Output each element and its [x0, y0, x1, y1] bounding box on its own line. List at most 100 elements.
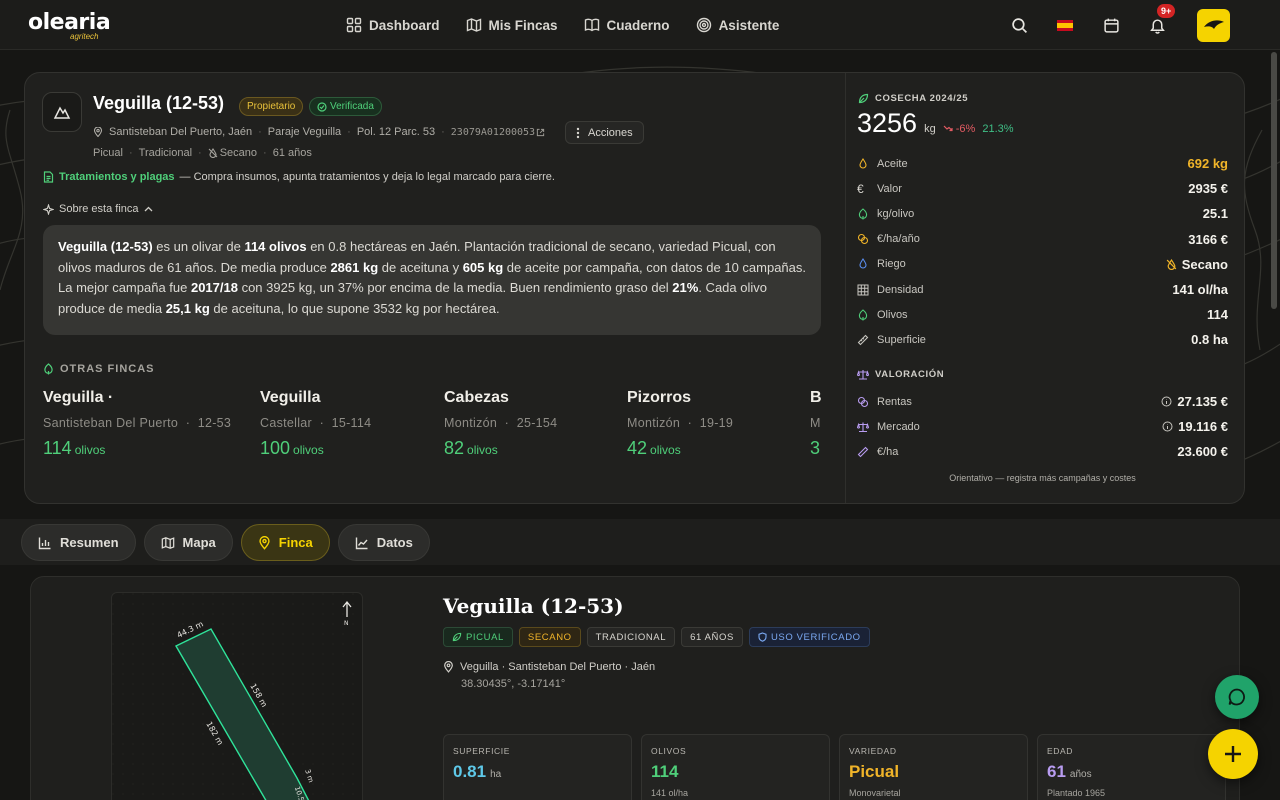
calendar-icon	[1103, 18, 1119, 33]
other-finca-location: Castellar · 15-114	[260, 416, 372, 430]
sparkle-icon	[43, 203, 54, 215]
search-icon	[1011, 17, 1027, 33]
other-finca-count-unit: olivos	[293, 443, 324, 457]
valuation-label-text: Mercado	[877, 420, 920, 433]
finca-paraje: Paraje Veguilla	[267, 126, 342, 138]
other-finca-town: Santisteban Del Puerto	[43, 416, 179, 430]
detail-coordinates: 38.30435°, -3.17141°	[461, 678, 566, 690]
other-finca-card[interactable]: B M 3	[810, 389, 821, 459]
mini-stat-olives: OLIVOS 114 141 ol/ha	[641, 734, 830, 800]
valuation-label-text: Rentas	[877, 395, 912, 408]
other-finca-code: 25-154	[516, 416, 558, 430]
stat-value: 114	[1207, 307, 1228, 323]
valuation-value[interactable]: 27.135 €	[1161, 394, 1228, 409]
finca-title: Veguilla (12-53)	[93, 93, 225, 113]
treatments-link[interactable]: Tratamientos y plagas	[59, 171, 175, 183]
tree-icon	[858, 309, 868, 321]
chip-verified: USO VERIFICADO	[748, 627, 870, 647]
shield-icon	[758, 632, 767, 642]
chat-icon	[1228, 688, 1245, 706]
no-water-icon	[1166, 258, 1177, 270]
nav-cuaderno[interactable]: Cuaderno	[584, 17, 670, 33]
detail-mini-stats: SUPERFICIE 0.81 ha OLIVOS 114 141 ol/ha V…	[443, 734, 1226, 800]
other-finca-count: 3	[810, 438, 821, 458]
oil-drop-icon	[859, 157, 867, 169]
other-finca-count-value: 100	[260, 438, 291, 458]
check-circle-icon	[317, 101, 327, 112]
olive-logo-icon	[1203, 20, 1224, 29]
other-finca-card[interactable]: Veguilla Castellar · 15-114 100 olivos	[260, 389, 371, 459]
pin-icon	[259, 535, 270, 550]
stat-label: Superficie	[877, 333, 926, 346]
notifications-button[interactable]: 9+	[1147, 4, 1176, 35]
search-button[interactable]	[1009, 15, 1029, 35]
top-navbar: olearia agritech Dashboard Mis Fincas Cu…	[0, 0, 1280, 50]
tab-datos[interactable]: Datos	[337, 524, 430, 561]
valuation-label: VALORACIÓN	[857, 369, 944, 380]
mini-stat-sub: 141 ol/ha	[651, 788, 689, 798]
document-icon	[43, 171, 54, 183]
about-text: de aceituna y	[378, 259, 463, 275]
other-finca-code: 12-53	[197, 416, 232, 430]
parcel-map[interactable]: 44.3 m 158 m 182 m 10.5 m 3 m N	[111, 592, 363, 800]
pin-icon	[444, 661, 453, 673]
mini-stat-number: 0.81	[453, 762, 487, 781]
nav-asistente-label: Asistente	[718, 17, 780, 33]
nav-dashboard-label: Dashboard	[369, 17, 440, 33]
add-button[interactable]	[1208, 729, 1258, 779]
line-chart-icon	[355, 537, 368, 549]
other-fincas-list: Veguilla · Santisteban Del Puerto · 12-5…	[43, 389, 821, 469]
calendar-button[interactable]	[1101, 15, 1121, 35]
mountain-icon	[53, 106, 71, 119]
nav-mis-fincas[interactable]: Mis Fincas	[466, 17, 558, 33]
chip-system: TRADICIONAL	[586, 627, 676, 647]
about-toggle[interactable]: Sobre esta finca	[43, 203, 153, 215]
other-finca-name: Cabezas	[444, 389, 509, 406]
other-finca-code: 15-114	[331, 416, 372, 430]
other-finca-name: Veguilla	[260, 389, 321, 406]
trend-down-icon	[943, 125, 953, 132]
other-finca-card[interactable]: Veguilla · Santisteban Del Puerto · 12-5…	[43, 389, 231, 459]
tab-finca[interactable]: Finca	[240, 524, 330, 561]
stat-value: 3166 €	[1188, 231, 1228, 247]
leaf-icon	[452, 632, 462, 642]
about-bold: 2017/18	[190, 280, 238, 296]
other-finca-count-unit: olivos	[467, 443, 498, 457]
nav-cuaderno-label: Cuaderno	[606, 17, 670, 33]
chevron-up-icon	[144, 206, 152, 212]
separator: ·	[441, 126, 445, 138]
about-label: Sobre esta finca	[59, 203, 139, 215]
bell-icon	[1149, 18, 1165, 34]
other-finca-name: Veguilla ·	[43, 389, 114, 406]
valuation-row: €/ha 23.600 €	[857, 439, 1228, 464]
other-finca-card[interactable]: Pizorros Montizón · 19-19 42 olivos	[627, 389, 733, 459]
tab-resumen[interactable]: Resumen	[21, 524, 136, 561]
valuation-value: 23.600 €	[1177, 444, 1228, 460]
other-finca-card[interactable]: Cabezas Montizón · 25-154 82 olivos	[444, 389, 557, 459]
chip-age: 61 AÑOS	[681, 627, 743, 647]
separator: ·	[128, 147, 133, 159]
nav-asistente[interactable]: Asistente	[696, 17, 780, 33]
other-fincas-title: OTRAS FINCAS	[60, 363, 155, 375]
tab-mapa[interactable]: Mapa	[143, 524, 233, 561]
tree-icon	[44, 363, 53, 375]
language-button[interactable]	[1055, 15, 1075, 35]
parcel-map-svg: 44.3 m 158 m 182 m 10.5 m 3 m N	[112, 593, 362, 800]
harvest-unit: kg	[924, 123, 936, 135]
finca-irrigation: Secano	[219, 147, 258, 159]
user-avatar[interactable]	[1197, 8, 1230, 42]
page-scrollbar[interactable]	[1271, 52, 1277, 309]
actions-button[interactable]: Acciones	[565, 121, 644, 144]
mini-stat-surface: SUPERFICIE 0.81 ha	[443, 734, 632, 800]
chat-button[interactable]	[1215, 675, 1259, 719]
cadastral-ref-link[interactable]: 23079A01200053	[451, 127, 535, 138]
valuation-value[interactable]: 19.116 €	[1162, 419, 1228, 434]
separator: ·	[263, 147, 267, 159]
finca-variety: Picual	[93, 147, 123, 159]
nav-dashboard[interactable]: Dashboard	[346, 17, 440, 33]
stat-value: 0.8 ha	[1191, 332, 1228, 348]
stat-label: Densidad	[877, 283, 924, 296]
brand-logo[interactable]: olearia agritech	[28, 10, 111, 41]
other-finca-count-value: 114	[43, 438, 72, 458]
about-bold: 605 kg	[462, 259, 504, 275]
